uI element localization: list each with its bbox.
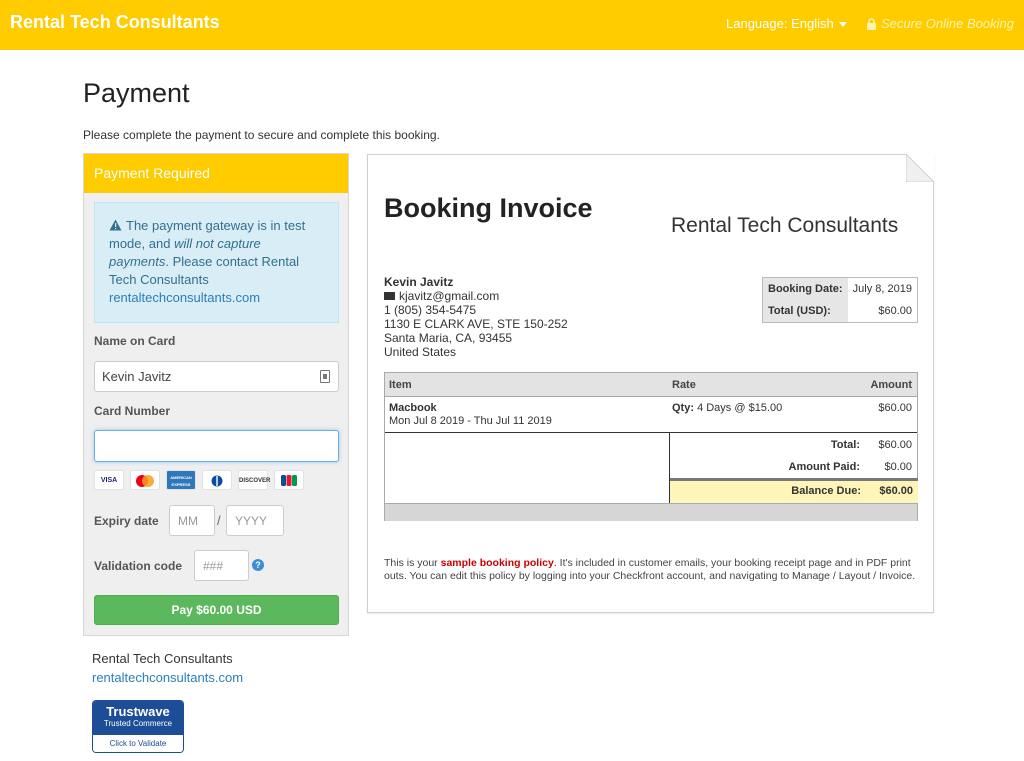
visa-logo-icon: VISA — [94, 470, 124, 490]
payment-panel-title: Payment Required — [84, 154, 348, 193]
booking-meta-table: Booking Date: July 8, 2019 Total (USD): … — [762, 277, 918, 323]
qty-value: 4 Days @ $15.00 — [697, 402, 783, 414]
trustwave-validate: Click to Validate — [93, 735, 183, 752]
invoice-company: Rental Tech Consultants — [671, 214, 899, 237]
booking-total-row: Total (USD): $60.00 — [762, 300, 918, 323]
customer-address-line2: Santa Maria, CA, 93455 — [384, 331, 513, 345]
trustwave-badge[interactable]: Trustwave Trusted Commerce Click to Vali… — [92, 700, 184, 753]
diners-logo-icon — [202, 470, 232, 490]
line-item-rate: Qty: 4 Days @ $15.00 — [672, 402, 782, 414]
help-icon[interactable]: ? — [252, 559, 264, 571]
validation-code-input[interactable]: ### — [194, 550, 249, 581]
secure-text: Secure Online Booking — [881, 16, 1014, 31]
booking-total-value: $60.00 — [878, 305, 912, 317]
customer-country: United States — [384, 345, 457, 359]
balance-due-value: $60.00 — [879, 485, 913, 497]
expiry-month-input[interactable]: MM — [169, 505, 215, 536]
policy-highlight: sample booking policy — [440, 557, 554, 569]
page-fold-icon — [906, 154, 934, 182]
payment-panel: Payment Required The payment gateway is … — [83, 153, 349, 636]
validation-code-label: Validation code — [94, 559, 183, 573]
amex-logo-icon: AMERICAN EXPRESS — [166, 470, 196, 490]
booking-date-row: Booking Date: July 8, 2019 — [762, 277, 918, 300]
booking-total-label: Total (USD): — [762, 300, 848, 323]
line-item-dates: Mon Jul 8 2019 - Thu Jul 11 2019 — [389, 415, 552, 427]
items-footer-bar — [385, 503, 917, 521]
amount-paid-label: Amount Paid: — [788, 461, 861, 473]
items-header-row: Item Rate Amount — [385, 373, 917, 397]
invoice-items-table: Item Rate Amount Macbook Mon Jul 8 2019 … — [384, 372, 918, 521]
page-title: Payment — [83, 78, 190, 108]
balance-due-row: Balance Due: $60.00 — [670, 478, 918, 503]
warning-icon — [109, 219, 122, 231]
jcb-logo-icon — [274, 470, 304, 490]
column-amount: Amount — [870, 379, 912, 391]
total-value: $60.00 — [878, 439, 912, 451]
column-rate: Rate — [672, 379, 696, 391]
mastercard-circles-icon — [136, 475, 154, 487]
trustwave-subtitle: Trusted Commerce — [103, 719, 173, 728]
expiry-date-label: Expiry date — [94, 514, 159, 528]
language-label: Language: English — [726, 16, 834, 31]
column-item: Item — [389, 379, 412, 391]
discover-logo-icon: DISCOVER — [238, 470, 270, 490]
customer-name: Kevin Javitz — [384, 275, 454, 289]
customer-email-row: kjavitz@gmail.com — [384, 289, 568, 303]
expiry-separator: / — [217, 513, 221, 528]
line-item-amount: $60.00 — [878, 402, 912, 414]
contact-card-icon — [320, 370, 330, 383]
jcb-stripes-icon — [281, 475, 297, 486]
table-row: Macbook Mon Jul 8 2019 - Thu Jul 11 2019… — [385, 397, 917, 433]
envelope-icon — [384, 292, 395, 300]
lock-icon — [867, 18, 876, 30]
qty-label: Qty: — [672, 402, 694, 414]
name-on-card-input[interactable]: Kevin Javitz — [94, 361, 339, 392]
brand-name[interactable]: Rental Tech Consultants — [10, 12, 220, 33]
top-bar: Rental Tech Consultants Language: Englis… — [0, 0, 1024, 50]
trustwave-header: Trustwave Trusted Commerce — [93, 701, 183, 735]
booking-date-label: Booking Date: — [762, 277, 848, 300]
expiry-year-input[interactable]: YYYY — [226, 505, 284, 536]
test-mode-alert: The payment gateway is in test mode, and… — [94, 202, 339, 323]
footer-company: Rental Tech Consultants — [92, 651, 233, 666]
mastercard-logo-icon — [130, 470, 160, 490]
amount-paid-value: $0.00 — [884, 461, 912, 473]
alert-website-link[interactable]: rentaltechconsultants.com — [109, 290, 260, 305]
name-on-card-label: Name on Card — [94, 334, 176, 348]
caret-down-icon — [838, 22, 847, 28]
booking-policy: This is your sample booking policy. It's… — [384, 557, 920, 583]
card-number-label: Card Number — [94, 404, 171, 418]
pay-button[interactable]: Pay $60.00 USD — [94, 595, 339, 625]
customer-address-line1: 1130 E CLARK AVE, STE 150-252 — [384, 317, 568, 331]
page-description: Please complete the payment to secure an… — [83, 128, 440, 142]
totals-block: Total: $60.00 Amount Paid: $0.00 Balance… — [669, 433, 918, 503]
booking-date-value: July 8, 2019 — [852, 283, 912, 295]
customer-phone: 1 (805) 354-5475 — [384, 303, 477, 317]
booking-invoice: Booking Invoice Rental Tech Consultants … — [367, 154, 934, 613]
secure-booking-label: Secure Online Booking — [866, 16, 1014, 31]
invoice-title: Booking Invoice — [384, 193, 593, 223]
customer-email: kjavitz@gmail.com — [399, 289, 500, 303]
trustwave-name: Trustwave — [106, 704, 170, 719]
name-on-card-value: Kevin Javitz — [102, 369, 172, 384]
diners-circle-icon — [211, 475, 223, 487]
total-label: Total: — [830, 439, 860, 451]
footer-website-link[interactable]: rentaltechconsultants.com — [92, 670, 243, 685]
balance-due-label: Balance Due: — [791, 485, 861, 497]
line-item-name: Macbook — [389, 402, 437, 414]
card-number-input[interactable] — [94, 430, 339, 462]
customer-details: Kevin Javitz kjavitz@gmail.com 1 (805) 3… — [384, 275, 568, 359]
policy-text-before: This is your — [384, 557, 441, 569]
language-selector[interactable]: Language: English — [726, 16, 847, 31]
